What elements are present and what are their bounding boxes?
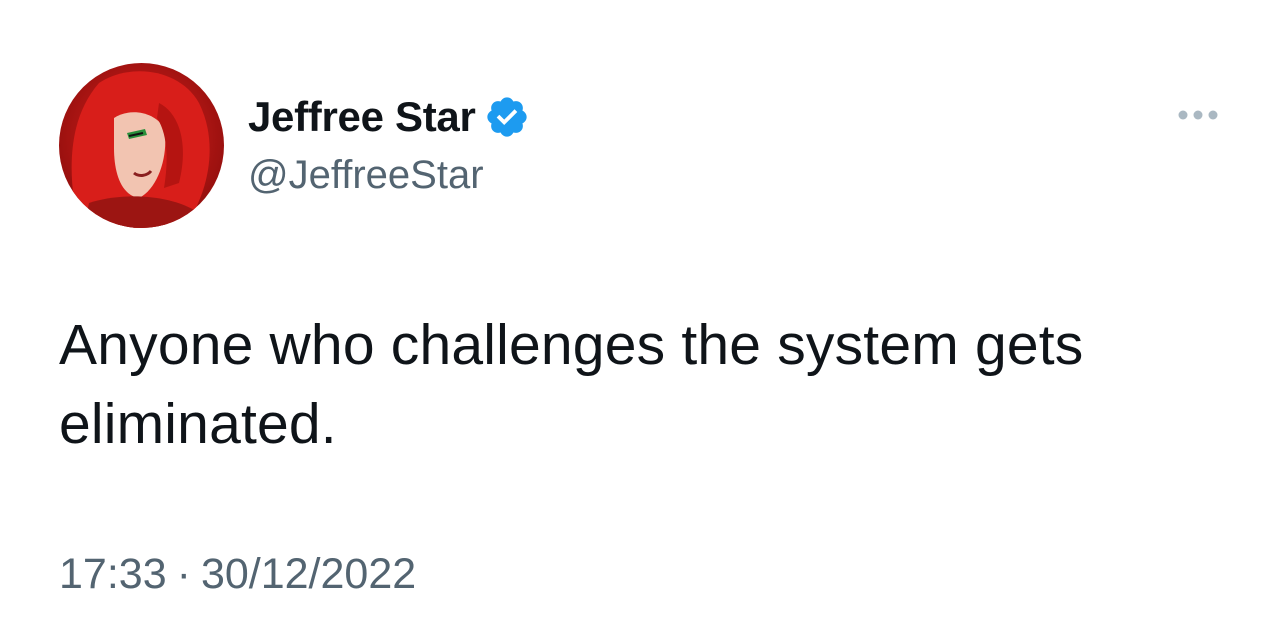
author-handle[interactable]: @JeffreeStar [248,150,484,200]
more-options-icon [1178,110,1218,120]
meta-separator: · [176,550,191,598]
tweet-time[interactable]: 17:33 [59,550,167,598]
more-options-button[interactable] [1168,95,1228,135]
verified-badge-icon [484,94,530,140]
tweet-timestamp: 17:33 · 30/12/2022 [59,546,416,602]
author-avatar[interactable] [59,63,224,228]
tweet-text: Anyone who challenges the system gets el… [59,313,1084,456]
tweet-card: Jeffree Star @JeffreeStar Anyone who cha… [0,0,1283,630]
author-display-name[interactable]: Jeffree Star [248,92,476,142]
avatar-image [59,63,224,228]
author-name-row: Jeffree Star [248,92,530,142]
tweet-date[interactable]: 30/12/2022 [201,550,416,598]
